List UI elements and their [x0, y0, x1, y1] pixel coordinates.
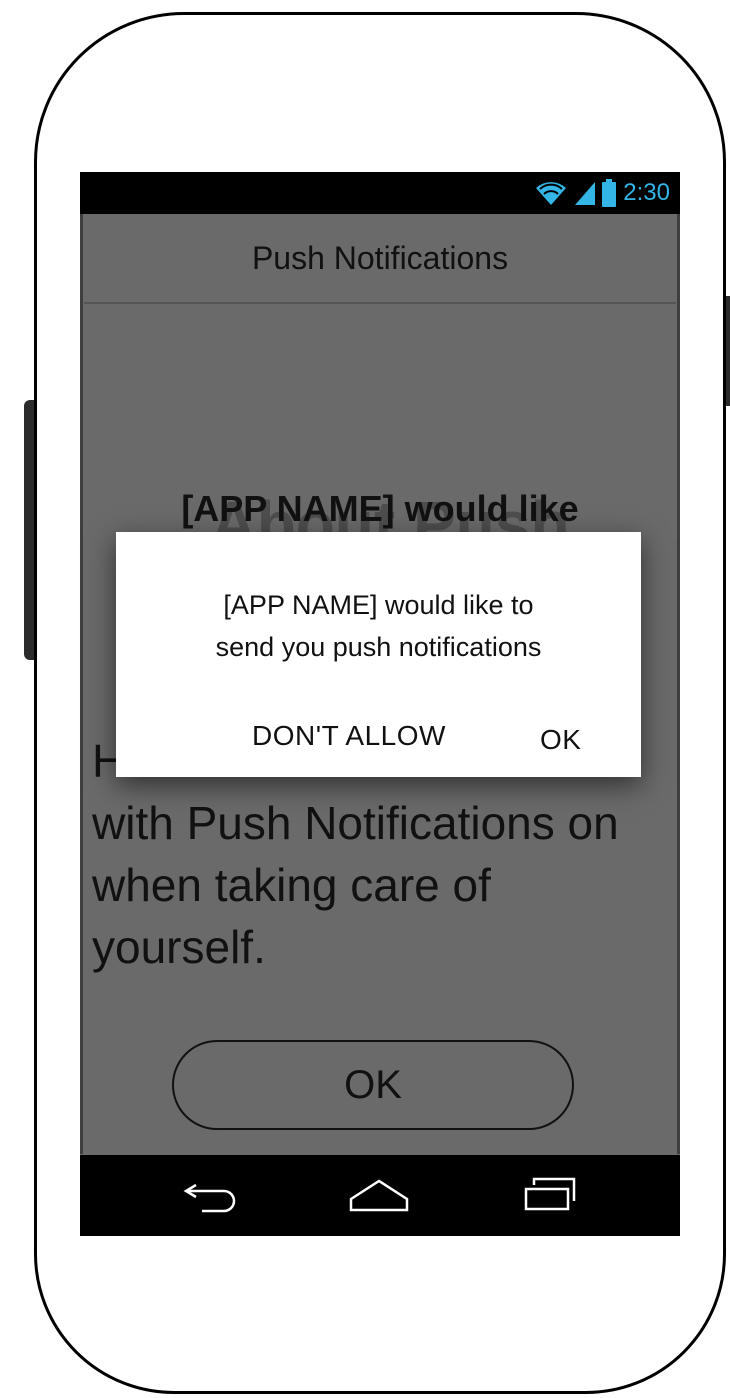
signal-icon [575, 182, 596, 205]
body-line-1: with Push Notifications on [92, 797, 619, 849]
screen-left-edge [80, 214, 83, 1154]
dialog-message-line1: [APP NAME] would like to [223, 590, 534, 620]
back-button[interactable] [172, 1173, 252, 1217]
dialog-message: [APP NAME] would like to send you push n… [116, 584, 641, 668]
wifi-icon [536, 182, 567, 205]
recents-button[interactable] [508, 1173, 588, 1217]
body-line-2: when taking care of [92, 859, 491, 911]
screen-right-edge [677, 214, 680, 1154]
background-ok-button[interactable]: OK [172, 1040, 574, 1130]
header-divider [84, 302, 676, 304]
dont-allow-button[interactable]: DON'T ALLOW [252, 720, 446, 752]
body-line-3: yourself. [92, 921, 266, 973]
recents-icon [524, 1177, 576, 1211]
status-bar: 2:30 [80, 172, 680, 214]
header-title: Push Notifications [251, 239, 509, 276]
permission-dialog: [APP NAME] would like to send you push n… [116, 532, 641, 777]
home-icon [349, 1179, 409, 1212]
dialog-ok-button[interactable]: OK [540, 724, 581, 756]
background-subheading: [APP NAME] would like [181, 488, 579, 529]
status-icons: 2:30 [534, 176, 670, 210]
battery-icon [602, 179, 617, 207]
status-time: 2:30 [623, 179, 670, 206]
navigation-bar [80, 1155, 680, 1236]
home-button[interactable] [339, 1173, 419, 1217]
back-icon [183, 1183, 236, 1213]
dialog-message-line2: send you push notifications [215, 632, 542, 662]
